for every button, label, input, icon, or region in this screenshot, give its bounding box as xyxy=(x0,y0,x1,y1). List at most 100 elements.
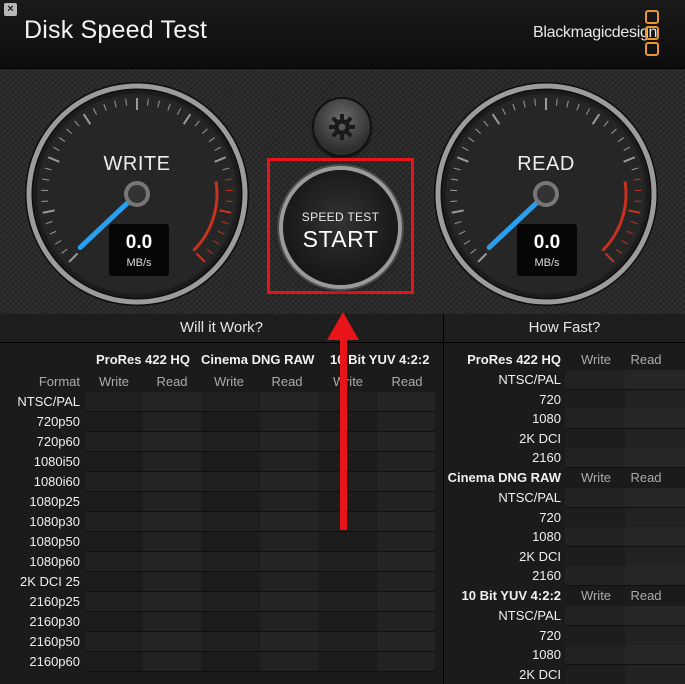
format-row-label: 2160p50 xyxy=(29,634,80,649)
result-cell xyxy=(377,612,435,632)
result-cell xyxy=(85,472,143,492)
how-fast-row-label: 720 xyxy=(539,627,561,643)
result-cell xyxy=(318,592,376,612)
result-cell xyxy=(85,652,143,672)
blackmagic-logo-icon xyxy=(645,10,661,56)
format-row-label: NTSC/PAL xyxy=(17,394,80,409)
how-fast-row-label: NTSC/PAL xyxy=(498,608,561,623)
read-subheader: Read xyxy=(156,374,188,389)
result-cell xyxy=(377,472,435,492)
how-fast-row-label: 2K DCI xyxy=(519,548,561,564)
how-fast-cell xyxy=(565,370,625,390)
result-cell xyxy=(318,492,376,512)
how-fast-cell xyxy=(625,664,685,684)
format-row-label: 1080p30 xyxy=(29,514,80,529)
format-row-label: 2K DCI 25 xyxy=(20,574,80,589)
how-fast-cell xyxy=(565,409,625,429)
result-cell xyxy=(377,432,435,452)
result-cell xyxy=(143,632,201,652)
how-fast-cell xyxy=(565,448,625,468)
how-fast-row-label: 2160 xyxy=(532,568,561,583)
result-cell xyxy=(318,432,376,452)
result-cell xyxy=(85,612,143,632)
result-cell xyxy=(377,552,435,572)
settings-button[interactable] xyxy=(314,99,370,155)
result-cell xyxy=(377,532,435,552)
format-row-label: 1080i60 xyxy=(33,474,80,489)
result-cell xyxy=(201,652,259,672)
result-cell xyxy=(260,652,318,672)
result-cell xyxy=(143,572,201,592)
result-cell xyxy=(85,492,143,512)
how-fast-cell xyxy=(565,428,625,449)
close-icon[interactable]: × xyxy=(4,3,17,16)
result-cell xyxy=(143,412,201,432)
section-divider xyxy=(443,314,444,684)
result-cell xyxy=(85,392,143,412)
how-fast-group-2: 10 Bit YUV 4:2:2 xyxy=(461,588,561,603)
how-fast-cell xyxy=(565,527,625,547)
write-subheader: Write xyxy=(580,470,612,485)
result-cell xyxy=(85,432,143,452)
result-cell xyxy=(260,512,318,532)
write-readout: 0.0 MB/s xyxy=(109,224,169,276)
how-fast-cell xyxy=(625,507,685,528)
result-cell xyxy=(318,532,376,552)
result-cell xyxy=(318,472,376,492)
how-fast-row-label: NTSC/PAL xyxy=(498,490,561,505)
how-fast-row-label: 720 xyxy=(539,509,561,525)
format-row-label: 1080p60 xyxy=(29,554,80,569)
write-speed-value: 0.0 xyxy=(125,232,153,253)
title-bar: × Disk Speed Test Blackmagicdesign xyxy=(0,0,685,69)
result-cell xyxy=(85,512,143,532)
result-cell xyxy=(143,392,201,412)
result-cell xyxy=(377,632,435,652)
result-cell xyxy=(377,652,435,672)
result-cell xyxy=(318,552,376,572)
read-subheader: Read xyxy=(630,470,662,485)
brand-name: Blackmagicdesign xyxy=(533,24,658,41)
format-column-1: Cinema DNG RAW xyxy=(201,352,315,367)
write-subheader: Write xyxy=(580,588,612,603)
result-cell xyxy=(143,452,201,472)
read-subheader: Read xyxy=(630,352,662,367)
result-cell xyxy=(201,612,259,632)
write-speed-unit: MB/s xyxy=(126,257,152,269)
write-subheader: Write xyxy=(332,374,364,389)
how-fast-row-label: 2160 xyxy=(532,450,561,465)
result-cell xyxy=(143,492,201,512)
disk-speed-test-window: × Disk Speed Test Blackmagicdesign WRITE… xyxy=(0,0,685,684)
how-fast-cell xyxy=(625,370,685,390)
result-cell xyxy=(85,572,143,592)
will-it-work-heading: Will it Work? xyxy=(0,314,443,343)
how-fast-group-1: Cinema DNG RAW xyxy=(447,470,561,485)
start-button[interactable]: SPEED TEST START xyxy=(283,170,398,285)
how-fast-cell xyxy=(565,664,625,684)
gear-icon xyxy=(329,114,355,140)
result-cell xyxy=(377,392,435,412)
how-fast-row-label: NTSC/PAL xyxy=(498,372,561,387)
result-cell xyxy=(201,592,259,612)
result-cell xyxy=(201,572,259,592)
how-fast-cell xyxy=(625,428,685,449)
result-cell xyxy=(377,412,435,432)
result-cell xyxy=(318,612,376,632)
how-fast-cell xyxy=(625,566,685,586)
result-cell xyxy=(201,632,259,652)
how-fast-row-label: 1080 xyxy=(532,529,561,544)
format-row-label: 1080p25 xyxy=(29,494,80,509)
write-subheader: Write xyxy=(98,374,130,389)
result-cell xyxy=(260,632,318,652)
how-fast-cell xyxy=(565,507,625,528)
format-row-label: 1080i50 xyxy=(33,454,80,469)
format-subheader: Format xyxy=(38,374,80,389)
how-fast-row-label: 1080 xyxy=(532,411,561,426)
format-row-label: 2160p60 xyxy=(29,654,80,669)
result-cell xyxy=(260,452,318,472)
result-cell xyxy=(201,512,259,532)
how-fast-row-label: 720 xyxy=(539,391,561,407)
result-cell xyxy=(377,452,435,472)
format-row-label: 2160p30 xyxy=(29,614,80,629)
how-fast-cell xyxy=(565,625,625,646)
read-speed-value: 0.0 xyxy=(533,232,561,253)
